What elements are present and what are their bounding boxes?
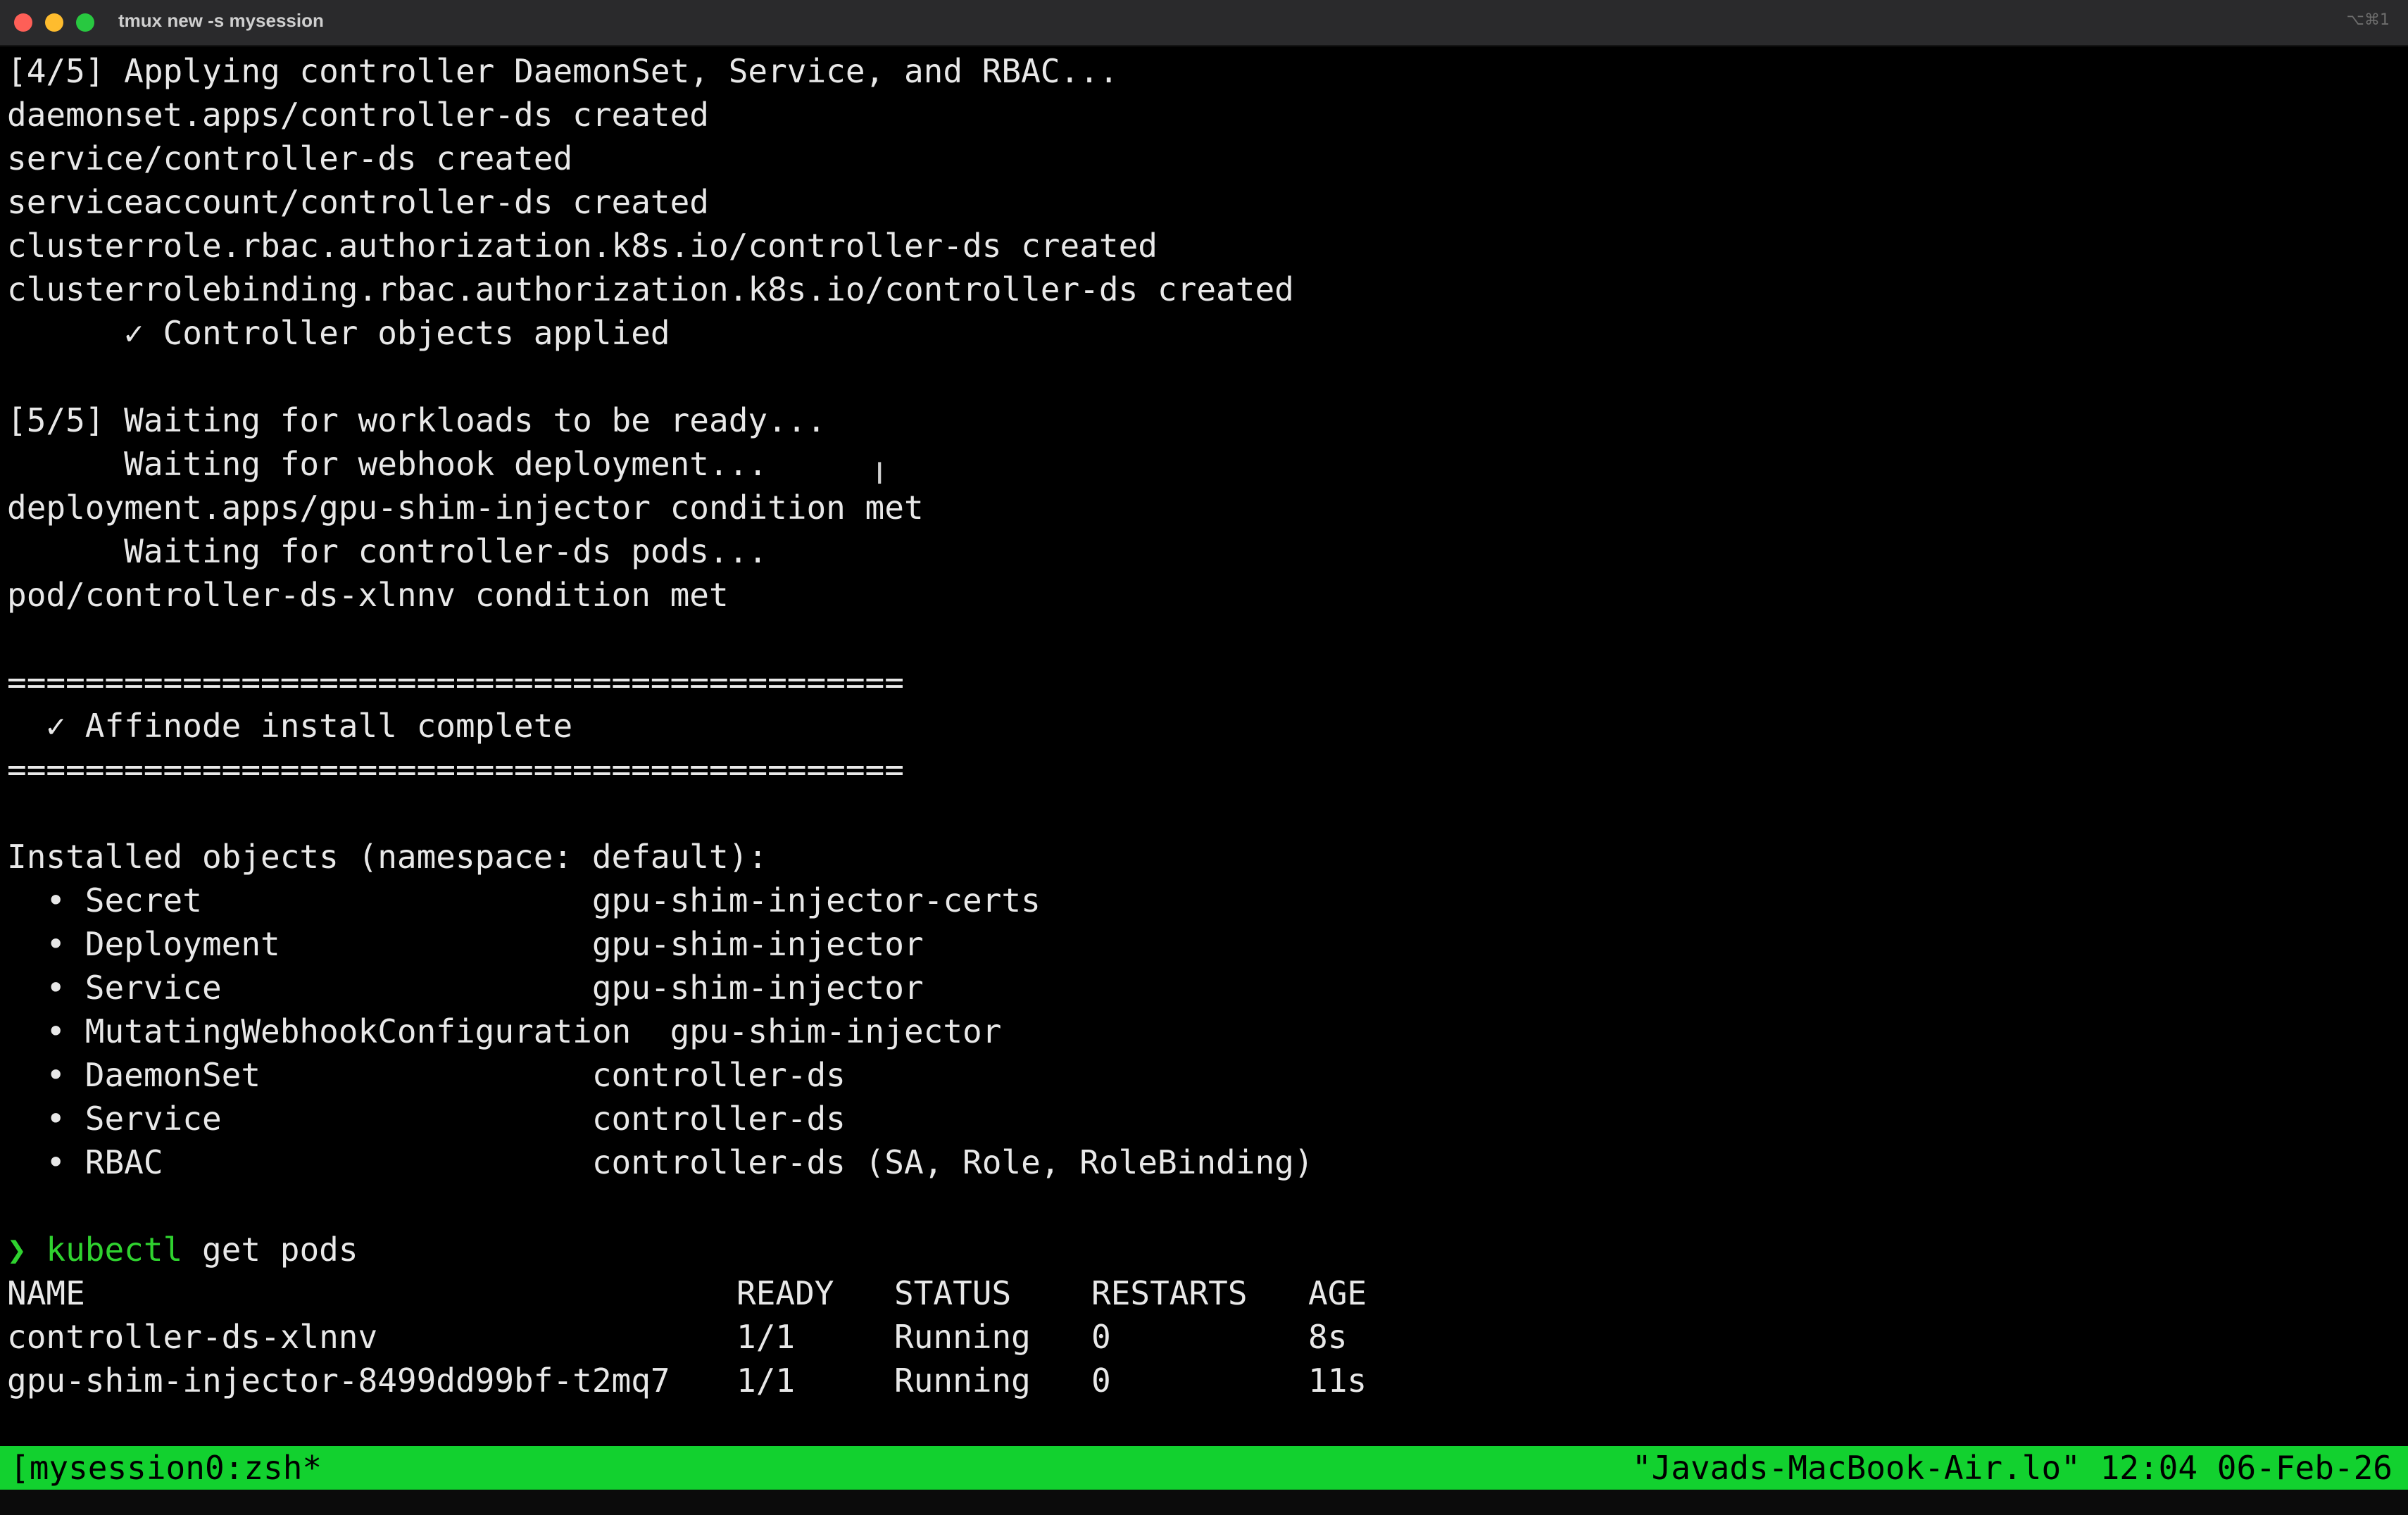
output-line: [5/5] Waiting for workloads to be ready.… [7,401,827,439]
tmux-status-bar[interactable]: [mysession0:zsh* "Javads-MacBook-Air.lo"… [0,1446,2408,1490]
output-line: deployment.apps/gpu-shim-injector condit… [7,489,924,527]
column-header-status: STATUS [894,1274,1012,1312]
shell-prompt[interactable]: ~ ❯ [7,1402,285,1490]
terminal-output[interactable]: [4/5] Applying controller DaemonSet, Ser… [7,49,2401,1490]
output-line: [4/5] Applying controller DaemonSet, Ser… [7,52,1119,90]
table-row: controller-ds-xlnnv 1/1 Running 0 8s [7,1315,1556,1359]
column-header-age: AGE [1308,1274,1367,1312]
installed-object-item: • Service gpu-shim-injector [7,969,924,1007]
installed-object-item: • RBAC controller-ds (SA, Role, RoleBind… [7,1143,1314,1181]
separator-line: ========================================… [7,663,904,701]
tmux-status-right: "Javads-MacBook-Air.lo" 12:04 06-Feb-26 [1632,1446,2393,1490]
output-line: Waiting for controller-ds pods... [7,532,768,570]
separator-line: ========================================… [7,750,904,788]
column-header-name: NAME [7,1274,85,1312]
pod-status: Running [894,1318,1031,1356]
install-complete-line: ✓ Affinode install complete [7,707,573,745]
pod-status: Running [894,1362,1031,1400]
pod-ready: 1/1 [736,1318,796,1356]
output-line: serviceaccount/controller-ds created [7,183,709,221]
installed-object-item: • Deployment gpu-shim-injector [7,925,924,963]
installed-object-item: • MutatingWebhookConfiguration gpu-shim-… [7,1012,1002,1050]
mouse-ibeam-cursor: I [875,456,884,491]
tmux-time: 12:04 [2100,1449,2198,1487]
output-line: daemonset.apps/controller-ds created [7,96,709,134]
pod-restarts: 0 [1091,1362,1111,1400]
window-shortcut: ⌥⌘1 [2346,11,2390,29]
minimize-button[interactable] [45,13,63,32]
output-line: clusterrolebinding.rbac.authorization.k8… [7,270,1294,308]
pod-restarts: 0 [1091,1318,1111,1356]
output-line: pod/controller-ds-xlnnv condition met [7,576,729,614]
command-args: get pods [182,1231,358,1269]
output-line: service/controller-ds created [7,139,573,177]
tmux-session-window[interactable]: [mysession0:zsh* [10,1446,322,1490]
title-bar[interactable]: tmux new -s mysession ⌥⌘1 [0,0,2408,46]
pod-name: gpu-shim-injector-8499dd99bf-t2mq7 [7,1362,670,1400]
installed-object-item: • Secret gpu-shim-injector-certs [7,881,1041,919]
command-line: ❯ kubectl get pods [7,1228,358,1271]
pod-ready: 1/1 [736,1362,796,1400]
terminal-window: tmux new -s mysession ⌥⌘1 [4/5] Applying… [0,0,2408,1515]
zoom-button[interactable] [76,13,94,32]
installed-objects-heading: Installed objects (namespace: default): [7,838,768,876]
column-header-ready: READY [736,1274,834,1312]
pod-age: 11s [1308,1362,1367,1400]
output-line: clusterrole.rbac.authorization.k8s.io/co… [7,227,1158,265]
tmux-date: 06-Feb-26 [2216,1449,2393,1487]
window-title: tmux new -s mysession [118,10,324,31]
output-line: Waiting for webhook deployment... [7,445,768,483]
table-row: gpu-shim-injector-8499dd99bf-t2mq7 1/1 R… [7,1359,1556,1402]
table-header: NAME READY STATUS RESTARTS AGE [7,1271,1556,1315]
output-line: ✓ Controller objects applied [7,314,670,352]
installed-object-item: • Service controller-ds [7,1100,846,1138]
command-program: kubectl [46,1231,183,1269]
prompt-symbol: ❯ [7,1231,27,1269]
tmux-host: "Javads-MacBook-Air.lo" [1631,1449,2081,1487]
installed-object-item: • DaemonSet controller-ds [7,1056,846,1094]
column-header-restarts: RESTARTS [1091,1274,1248,1312]
close-button[interactable] [14,13,32,32]
pod-age: 8s [1308,1318,1348,1356]
pod-name: controller-ds-xlnnv [7,1318,378,1356]
window-bottom-edge [0,1490,2408,1515]
